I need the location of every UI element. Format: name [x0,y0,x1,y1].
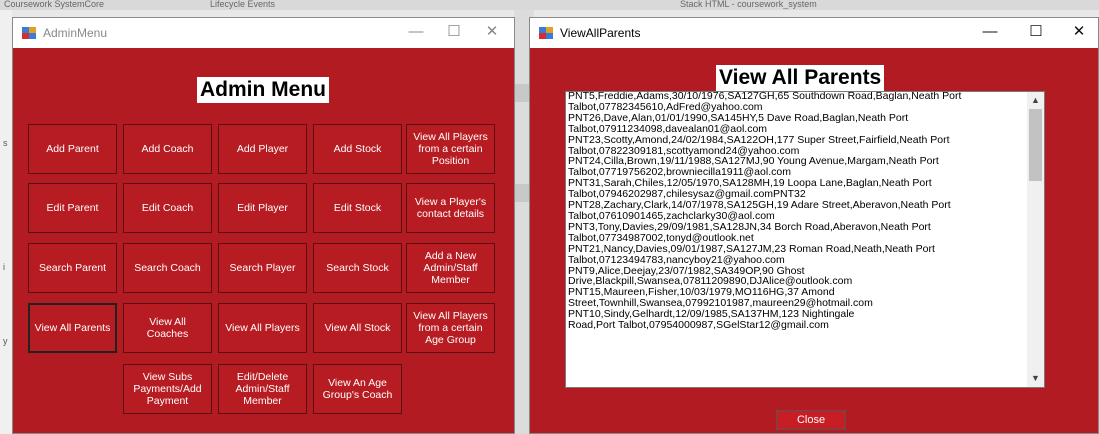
vertical-scrollbar[interactable]: ▲ ▼ [1027,92,1044,387]
admin-menu-window: AdminMenu — ☐ ✕ Admin Menu Add Parent Ad… [12,17,515,434]
edit-player-button[interactable]: Edit Player [218,183,307,233]
add-parent-button[interactable]: Add Parent [28,124,117,174]
view-all-parents-window: ViewAllParents — ☐ ✕ View All Parents PN… [529,17,1099,434]
title-bar: AdminMenu — ☐ ✕ [13,18,514,48]
add-admin-staff-button[interactable]: Add a New Admin/Staff Member [406,243,495,293]
window-title: ViewAllParents [560,26,641,40]
background-letter: i [3,262,5,272]
view-all-coaches-button[interactable]: View All Coaches [123,303,212,353]
title-bar: ViewAllParents — ☐ ✕ [530,18,1098,48]
window-title: AdminMenu [43,26,108,40]
background-tab-3: Stack HTML - coursework_system [680,0,817,9]
background-taskbar-strip: Coursework SystemCore Lifecycle Events S… [0,0,1099,10]
app-icon [22,27,36,39]
search-stock-button[interactable]: Search Stock [313,243,402,293]
background-left-edge: s i y [0,10,12,434]
view-all-stock-button[interactable]: View All Stock [313,303,402,353]
maximize-button[interactable]: ☐ [1016,21,1056,45]
background-letter: s [3,138,8,148]
edit-parent-button[interactable]: Edit Parent [28,183,117,233]
add-player-button[interactable]: Add Player [218,124,307,174]
scroll-thumb[interactable] [1029,109,1042,181]
search-parent-button[interactable]: Search Parent [28,243,117,293]
add-stock-button[interactable]: Add Stock [313,124,402,174]
app-icon [539,27,553,39]
view-players-by-age-group-button[interactable]: View All Players from a certain Age Grou… [406,303,495,353]
scroll-up-icon[interactable]: ▲ [1027,92,1044,109]
add-coach-button[interactable]: Add Coach [123,124,212,174]
maximize-button[interactable]: ☐ [434,21,474,45]
view-player-contact-button[interactable]: View a Player's contact details [406,183,495,233]
edit-stock-button[interactable]: Edit Stock [313,183,402,233]
search-player-button[interactable]: Search Player [218,243,307,293]
edit-delete-admin-staff-button[interactable]: Edit/Delete Admin/Staff Member [218,364,307,414]
minimize-button[interactable]: — [970,21,1010,45]
background-letter: y [3,336,8,346]
edit-coach-button[interactable]: Edit Coach [123,183,212,233]
view-all-parents-button[interactable]: View All Parents [28,303,117,353]
view-age-group-coach-button[interactable]: View An Age Group's Coach [313,364,402,414]
minimize-button[interactable]: — [396,21,436,45]
search-coach-button[interactable]: Search Coach [123,243,212,293]
page-title: Admin Menu [197,77,329,103]
view-all-players-button[interactable]: View All Players [218,303,307,353]
close-button[interactable]: ✕ [472,21,512,45]
page-title: View All Parents [716,65,885,91]
background-tab-1: Coursework SystemCore [4,0,105,9]
view-subs-payments-button[interactable]: View Subs Payments/Add Payment [123,364,212,414]
view-players-by-position-button[interactable]: View All Players from a certain Position [406,124,495,174]
close-form-button[interactable]: Close [776,410,846,430]
scroll-down-icon[interactable]: ▼ [1027,370,1044,387]
close-button[interactable]: ✕ [1059,21,1099,45]
background-tab-2: Lifecycle Events [210,0,276,9]
parents-list-text: PNT5,Freddie,Adams,30/10/1976,SA127GH,65… [568,91,962,332]
parents-listbox[interactable]: PNT5,Freddie,Adams,30/10/1976,SA127GH,65… [565,91,1045,388]
